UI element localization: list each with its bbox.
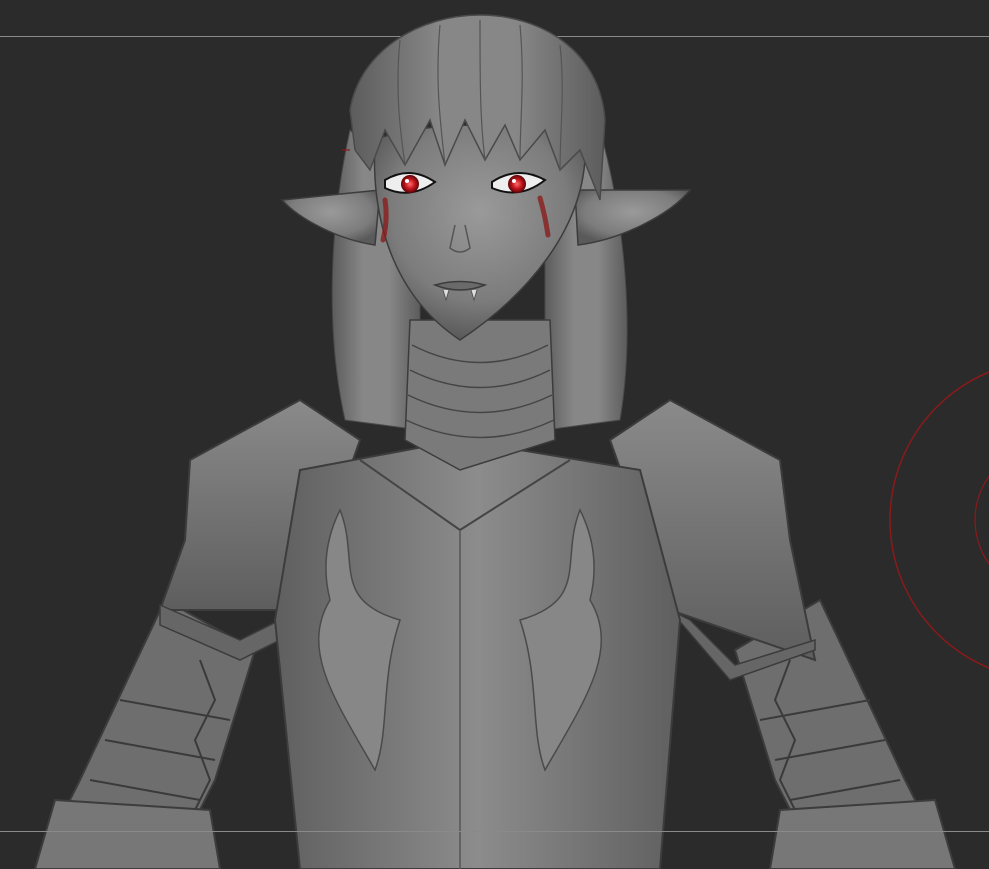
sculpt-viewport[interactable]: [0, 0, 989, 869]
floor-guide-bottom: [0, 831, 989, 832]
brush-cursor-ring: [342, 149, 989, 669]
